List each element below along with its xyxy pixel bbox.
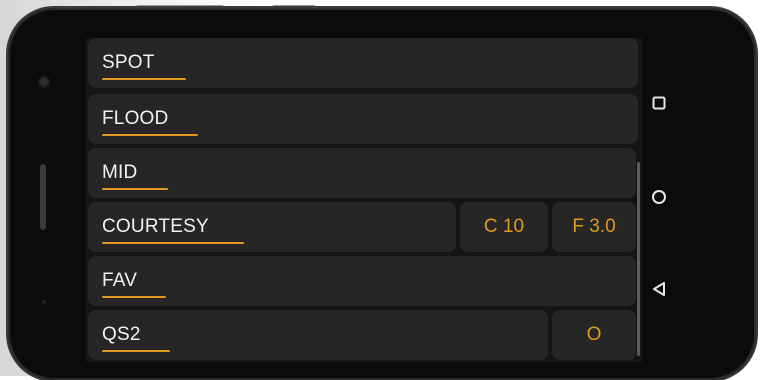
list-item-label: MID bbox=[102, 162, 138, 183]
list-item-spot[interactable]: SPOT bbox=[88, 38, 638, 88]
list-item-qs2[interactable]: QS2 bbox=[88, 310, 548, 360]
list-item-label: QS2 bbox=[102, 324, 141, 345]
proximity-sensor bbox=[42, 300, 46, 304]
front-camera bbox=[40, 78, 48, 86]
scrollbar[interactable] bbox=[637, 162, 640, 356]
back-triangle-icon[interactable] bbox=[650, 280, 668, 298]
label-underline bbox=[102, 134, 198, 136]
list-item[interactable]: QS2 O bbox=[88, 310, 636, 360]
label-underline bbox=[102, 350, 170, 352]
list-item-label: SPOT bbox=[102, 52, 155, 73]
list-item-label: FAV bbox=[102, 270, 138, 291]
list-item[interactable]: COURTESY C 10 F 3.0 bbox=[88, 202, 636, 252]
list-item-fav[interactable]: FAV bbox=[88, 256, 636, 306]
list-item-courtesy[interactable]: COURTESY bbox=[88, 202, 456, 252]
list-item[interactable]: SPOT bbox=[88, 38, 638, 88]
home-circle-icon[interactable] bbox=[650, 188, 668, 206]
list-item-label: FLOOD bbox=[102, 108, 169, 129]
label-underline bbox=[102, 188, 168, 190]
list-item[interactable]: MID bbox=[88, 148, 636, 198]
label-underline bbox=[102, 242, 244, 244]
value-cell-o[interactable]: O bbox=[552, 310, 636, 360]
list-item[interactable]: FAV bbox=[88, 256, 636, 306]
label-underline bbox=[102, 296, 166, 298]
list-item-label: COURTESY bbox=[102, 216, 209, 237]
recents-square-icon[interactable] bbox=[650, 94, 668, 112]
list-item-mid[interactable]: MID bbox=[88, 148, 636, 198]
label-underline bbox=[102, 78, 186, 80]
value-label: O bbox=[586, 324, 602, 345]
value-label: F 3.0 bbox=[572, 216, 616, 237]
app-screen: SPOT FLOOD MID COURTESY C 10 F 3.0 FAV Q… bbox=[86, 38, 642, 362]
value-cell-c[interactable]: C 10 bbox=[460, 202, 548, 252]
earpiece-speaker bbox=[40, 164, 46, 230]
value-label: C 10 bbox=[483, 216, 525, 237]
list-item-flood[interactable]: FLOOD bbox=[88, 94, 638, 144]
value-cell-f[interactable]: F 3.0 bbox=[552, 202, 636, 252]
list-item[interactable]: FLOOD bbox=[88, 94, 638, 144]
